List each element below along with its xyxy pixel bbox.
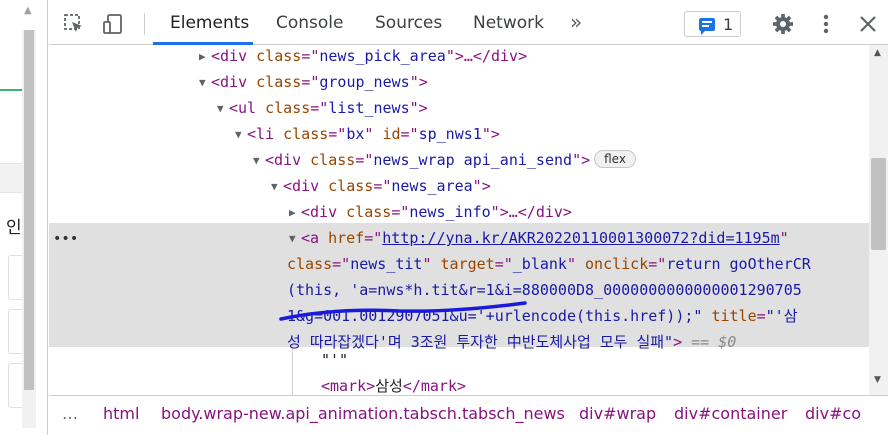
issues-message-icon bbox=[699, 18, 715, 35]
collapse-triangle-icon[interactable]: ▼ bbox=[271, 174, 283, 200]
devtools-panel: Elements Console Sources Network » 1 •••… bbox=[49, 0, 888, 435]
tree-node-news-pick-area[interactable]: ▶ <div class="news_pick_area">…</div> bbox=[199, 45, 527, 69]
flex-badge[interactable]: flex bbox=[594, 150, 636, 168]
collapse-triangle-icon[interactable]: ▼ bbox=[253, 148, 265, 174]
tab-elements[interactable]: Elements bbox=[170, 13, 249, 33]
page-card bbox=[8, 309, 22, 354]
elements-tree[interactable]: ••• ▶ <div class="news_pick_area">…</div>… bbox=[49, 45, 869, 395]
close-devtools-icon[interactable] bbox=[857, 13, 879, 35]
page-visible-text: 인 bbox=[6, 218, 22, 238]
page-scrollbar-thumb[interactable] bbox=[24, 30, 34, 390]
toolbar-separator bbox=[144, 13, 145, 35]
page-card bbox=[8, 255, 22, 300]
breadcrumb-body[interactable]: body.wrap-new.api_animation.tabsch.tabsc… bbox=[161, 404, 565, 423]
expand-triangle-icon[interactable]: ▶ bbox=[199, 45, 211, 70]
tab-console[interactable]: Console bbox=[276, 13, 344, 33]
page-green-divider bbox=[0, 89, 22, 91]
selected-anchor-attrs: class="news_tit" target="_blank" onclick… bbox=[287, 255, 811, 273]
scroll-down-icon[interactable]: ▼ bbox=[874, 375, 881, 385]
page-scroll-up-icon[interactable]: ▲ bbox=[24, 5, 32, 16]
tree-node-mark[interactable]: <mark>삼성</mark> bbox=[321, 373, 466, 395]
tree-node-news-area[interactable]: ▼ <div class="news_area"> bbox=[271, 173, 491, 199]
tab-sources[interactable]: Sources bbox=[375, 13, 442, 33]
selected-anchor-node[interactable]: ▼ <a href="http://yna.kr/AKR2022011000130… bbox=[289, 225, 789, 251]
collapse-triangle-icon[interactable]: ▼ bbox=[235, 122, 247, 148]
tree-scrollbar-thumb[interactable] bbox=[871, 158, 886, 250]
device-toolbar-icon[interactable] bbox=[102, 13, 124, 35]
more-options-kebab-icon[interactable] bbox=[815, 13, 837, 35]
scroll-up-icon[interactable]: ▲ bbox=[874, 48, 881, 58]
issues-button[interactable]: 1 bbox=[684, 11, 741, 37]
tab-network[interactable]: Network bbox=[473, 13, 544, 33]
selected-anchor-onclick: (this, 'a=nws*h.tit&r=1&i=880000D8_00000… bbox=[287, 281, 802, 299]
expand-triangle-icon[interactable]: ▶ bbox=[289, 200, 301, 226]
selected-node-marker: == $0 bbox=[682, 333, 737, 351]
more-tabs-chevron-icon[interactable]: » bbox=[570, 10, 582, 34]
breadcrumb: … html body.wrap-new.api_animation.tabsc… bbox=[49, 395, 888, 435]
href-link[interactable]: http://yna.kr/AKR20220110001300072?did=1… bbox=[382, 229, 779, 247]
tree-node-list-news[interactable]: ▼ <ul class="list_news"> bbox=[217, 95, 428, 121]
breadcrumb-html[interactable]: html bbox=[103, 404, 139, 423]
inspect-element-icon[interactable] bbox=[63, 13, 85, 35]
breadcrumb-div-wrap[interactable]: div#wrap bbox=[579, 404, 656, 423]
selected-anchor-onclick-end: 1&g=001.0012907051&u='+urlencode(this.hr… bbox=[287, 307, 798, 325]
tree-node-li-bx[interactable]: ▼ <li class="bx" id="sp_nws1"> bbox=[235, 121, 500, 147]
selected-anchor-title: 성 따라잡겠다'며 3조원 투자한 中반도체사업 모두 실패"> == $0 bbox=[287, 333, 737, 351]
page-card bbox=[8, 363, 22, 408]
tree-scrollbar[interactable]: ▲ ▼ bbox=[869, 45, 888, 395]
tree-text-node[interactable]: "'" bbox=[321, 347, 348, 373]
breadcrumb-div-container[interactable]: div#container bbox=[674, 404, 787, 423]
collapse-triangle-icon[interactable]: ▼ bbox=[199, 70, 211, 96]
collapse-triangle-icon[interactable]: ▼ bbox=[217, 96, 229, 122]
page-grey-band bbox=[0, 163, 22, 193]
tree-node-news-info[interactable]: ▶ <div class="news_info">…</div> bbox=[289, 199, 572, 225]
breadcrumb-overflow[interactable]: … bbox=[62, 404, 78, 423]
page-strip: ▲ 인 bbox=[0, 0, 48, 435]
tree-node-news-wrap[interactable]: ▼ <div class="news_wrap api_ani_send"> fle… bbox=[253, 147, 636, 173]
tree-node-group-news[interactable]: ▼ <div class="group_news"> bbox=[199, 69, 428, 95]
settings-gear-icon[interactable] bbox=[772, 13, 794, 35]
breadcrumb-div-content[interactable]: div#co bbox=[805, 404, 861, 423]
node-actions-ellipsis[interactable]: ••• bbox=[53, 226, 78, 252]
issues-count: 1 bbox=[723, 15, 734, 34]
devtools-toolbar: Elements Console Sources Network » 1 bbox=[49, 0, 888, 45]
collapse-triangle-icon[interactable]: ▼ bbox=[289, 226, 301, 252]
